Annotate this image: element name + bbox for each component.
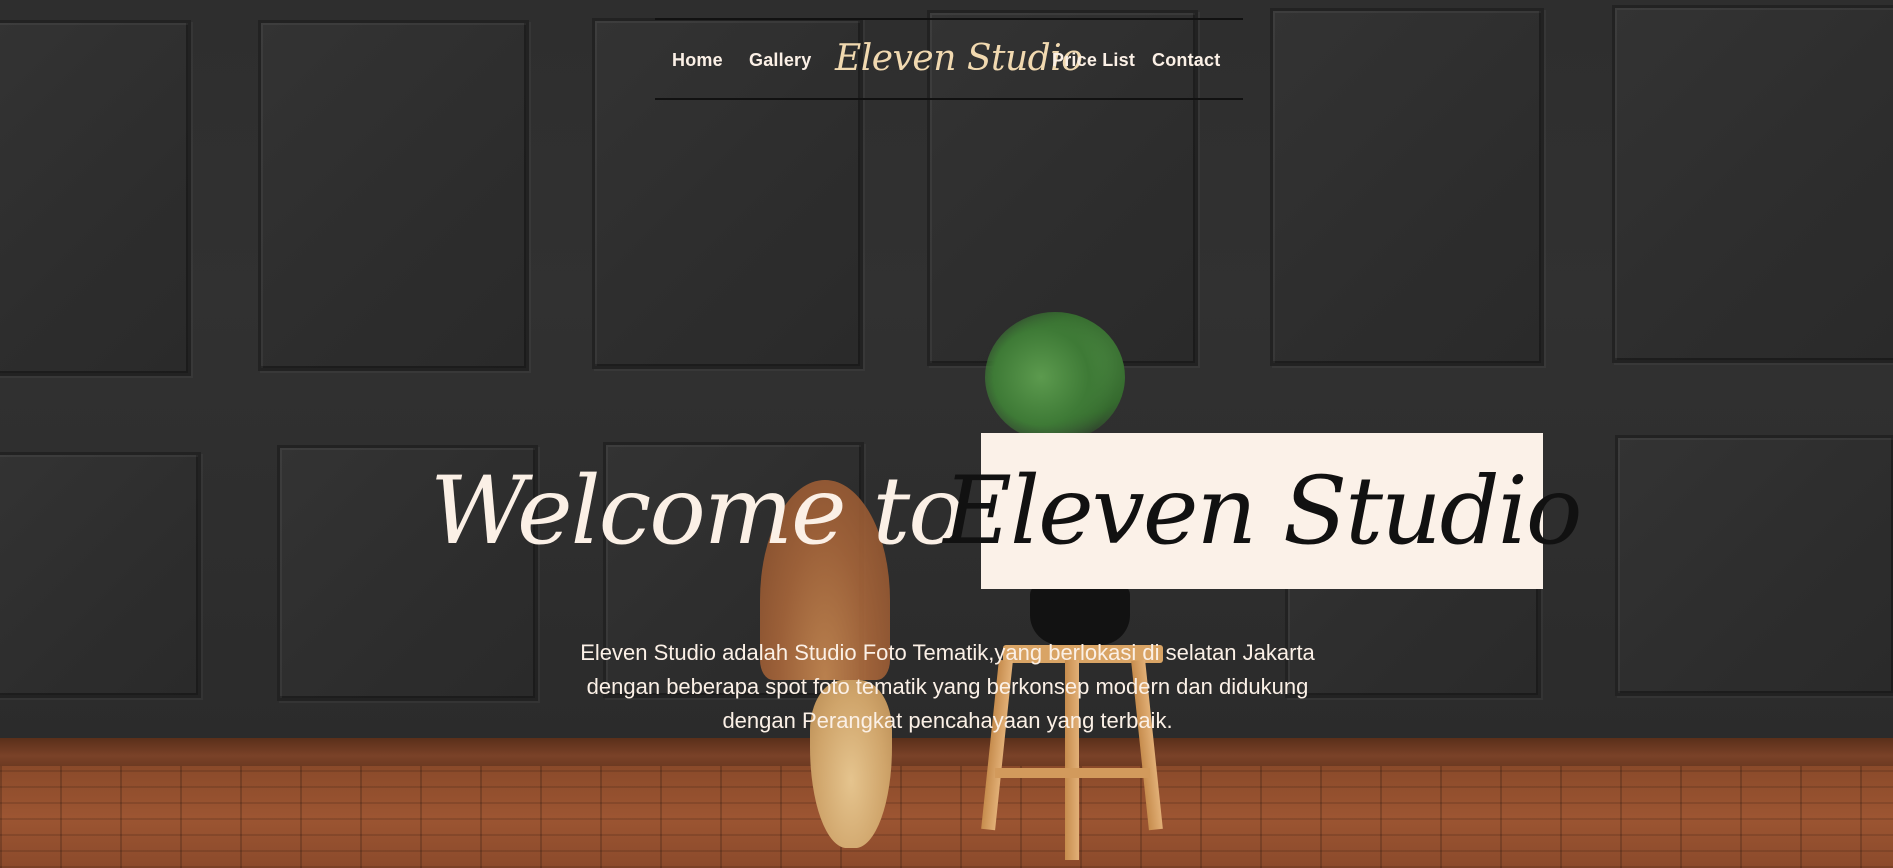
hero-description: Eleven Studio adalah Studio Foto Tematik… — [580, 640, 1315, 733]
baseboard — [0, 738, 1893, 768]
welcome-text: Welcome to — [430, 456, 965, 566]
stool-rung — [995, 768, 1150, 778]
wall-panel — [1615, 435, 1893, 696]
nav-link-home[interactable]: Home — [672, 50, 723, 71]
nav-link-price-list[interactable]: Price List — [1052, 50, 1135, 71]
top-navigation: Home Gallery Eleven Studio Price List Co… — [655, 18, 1243, 100]
wall-panel — [0, 20, 191, 376]
background-wall — [0, 0, 1893, 742]
brand-highlight-box: Eleven Studio — [943, 433, 1582, 589]
wall-panel — [0, 452, 201, 698]
plant-decoration — [985, 312, 1125, 442]
wall-panel — [1270, 8, 1544, 366]
wall-panel — [258, 20, 529, 371]
brand-highlight-text: Eleven Studio — [943, 456, 1582, 566]
nav-link-gallery[interactable]: Gallery — [749, 50, 811, 71]
hero-headline: Welcome to Eleven Studio — [430, 432, 1582, 590]
nav-brand-logo[interactable]: Eleven Studio — [835, 38, 1083, 79]
hero-section: Home Gallery Eleven Studio Price List Co… — [0, 0, 1893, 868]
wall-panel — [1612, 5, 1893, 363]
wooden-floor — [0, 766, 1893, 868]
nav-link-contact[interactable]: Contact — [1152, 50, 1220, 71]
